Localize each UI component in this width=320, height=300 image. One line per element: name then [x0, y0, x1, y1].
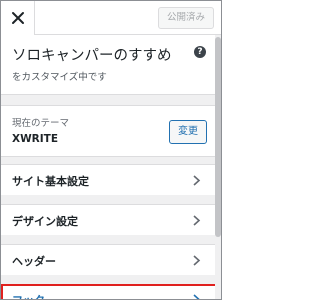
site-title: ソロキャンパーのすすめ [12, 48, 172, 64]
menu-item-label: フッター [12, 292, 56, 299]
current-theme-label: 現在のテーマ [12, 118, 70, 129]
scrollbar-thumb[interactable] [215, 37, 221, 237]
customizer-menu: サイト基本設定 デザイン設定 ヘッダー フッター [1, 164, 221, 299]
menu-item-header[interactable]: ヘッダー [1, 244, 221, 275]
publish-button[interactable]: 公開済み [158, 7, 214, 29]
customizer-panel: 公開済み ソロキャンパーのすすめ をカスタマイズ中です ? 現在のテーマ XWR… [0, 0, 222, 300]
chevron-right-icon [193, 255, 201, 266]
chevron-right-icon [193, 215, 201, 226]
scrollbar[interactable] [215, 35, 221, 299]
customizer-topbar: 公開済み [1, 1, 221, 35]
menu-item-label: デザイン設定 [12, 215, 78, 228]
close-button[interactable] [1, 1, 35, 35]
change-theme-button[interactable]: 変更 [169, 120, 207, 144]
menu-item-site-settings[interactable]: サイト基本設定 [1, 164, 221, 195]
chevron-right-icon [193, 294, 200, 299]
customizing-subtitle: をカスタマイズ中です [12, 72, 107, 83]
menu-item-label: ヘッダー [12, 255, 56, 268]
menu-item-design-settings[interactable]: デザイン設定 [1, 204, 221, 235]
menu-item-footer[interactable]: フッター [1, 284, 221, 299]
close-icon [12, 12, 24, 24]
menu-item-label: サイト基本設定 [12, 175, 89, 188]
chevron-right-icon [193, 175, 201, 186]
customizer-info: ソロキャンパーのすすめ をカスタマイズ中です ? [1, 35, 221, 95]
theme-name: XWRITE [12, 133, 59, 145]
current-theme-section: 現在のテーマ XWRITE 変更 [1, 105, 221, 157]
help-icon[interactable]: ? [194, 46, 206, 58]
